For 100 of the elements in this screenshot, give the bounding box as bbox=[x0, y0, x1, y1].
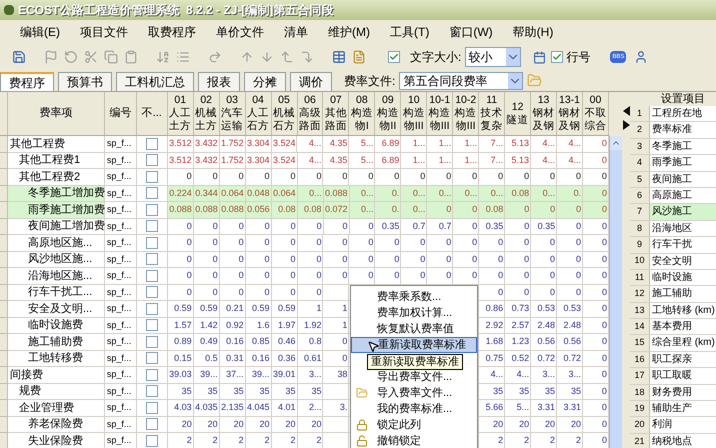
table-row[interactable]: 其他工程费1 sp_f... 3.512 3.432 1.752 3.304 3.524 4... 4.35 5... 6.89 1... 1... 1... 7... 5.13 4... 4... 0 bbox=[0, 152, 609, 169]
menu-item[interactable]: 恢复默认费率值 bbox=[351, 321, 477, 337]
flag-icon[interactable] bbox=[44, 50, 58, 64]
column-header[interactable]: 人工土方 bbox=[168, 107, 192, 133]
row-header[interactable] bbox=[0, 235, 8, 252]
settings-row[interactable]: 6 高原施工 bbox=[630, 188, 716, 204]
settings-row[interactable]: 14 基本费用 bbox=[630, 319, 716, 336]
column-header[interactable]: 机械石方 bbox=[272, 107, 296, 133]
menu-item[interactable]: 工具(T) bbox=[390, 23, 430, 41]
checkbox[interactable] bbox=[146, 434, 158, 447]
menu-item[interactable]: 撤销锁定 bbox=[351, 433, 477, 448]
calendar-icon[interactable] bbox=[533, 50, 546, 64]
table-row[interactable]: 其他工程费 sp_f... 3.512 3.432 1.752 3.304 3.524 4... 4.35 5... 6.89 1... 1... 1... 7... 5.13 4... 4... 0 bbox=[0, 136, 609, 152]
save-icon[interactable] bbox=[12, 50, 26, 64]
settings-row[interactable]: 10 安全文明 bbox=[630, 254, 716, 270]
arrow-left-icon[interactable] bbox=[622, 106, 630, 116]
menu-item[interactable]: 项目文件 bbox=[80, 23, 128, 41]
settings-row[interactable]: 5 夜间施工 bbox=[630, 172, 716, 188]
column-header[interactable]: 构造物III bbox=[402, 107, 426, 133]
column-header[interactable]: 高级路面 bbox=[298, 107, 322, 133]
settings-row[interactable]: 20 利润 bbox=[630, 417, 716, 434]
settings-row[interactable]: 18 财务费用 bbox=[630, 384, 716, 402]
checkbox[interactable] bbox=[146, 270, 158, 282]
checkbox[interactable] bbox=[146, 418, 158, 430]
tab[interactable]: 预算书 bbox=[58, 72, 112, 91]
row-header[interactable] bbox=[0, 152, 8, 169]
column-header[interactable]: 构造物I bbox=[350, 107, 374, 133]
row-header[interactable] bbox=[0, 384, 8, 400]
column-header[interactable]: 机械土方 bbox=[194, 107, 218, 133]
row-header[interactable] bbox=[0, 301, 8, 318]
arrow-down-icon[interactable] bbox=[260, 50, 274, 64]
settings-row[interactable]: 4 雨季施工 bbox=[630, 155, 716, 172]
settings-row[interactable]: 21 纳税地点 bbox=[630, 434, 716, 448]
settings-row[interactable]: 9 行车干扰 bbox=[630, 237, 716, 254]
menu-item[interactable]: 帮助(H) bbox=[512, 23, 554, 41]
row-header[interactable] bbox=[0, 350, 8, 367]
settings-row[interactable]: 3 冬季施工 bbox=[630, 138, 716, 156]
table-row[interactable]: 雨季施工增加费 sp_f... 0.088 0.088 0.088 0.056 0.08 0.08 0.072 0... 0. 0... 0 0 0.08 0 0 0 0 bbox=[0, 202, 609, 218]
row-header[interactable] bbox=[0, 433, 8, 448]
corner-arrow-icon[interactable] bbox=[280, 50, 294, 64]
font-size-checkbox[interactable] bbox=[388, 51, 400, 63]
menu-item[interactable]: 编辑(E) bbox=[20, 23, 60, 41]
tab[interactable]: 调价 bbox=[290, 72, 332, 91]
column-header[interactable]: 汽车运输 bbox=[220, 107, 244, 133]
rate-file-select[interactable]: 第五合同段费率 bbox=[399, 72, 524, 90]
settings-row[interactable]: 11 临时设施 bbox=[630, 270, 716, 286]
settings-row[interactable]: 19 辅助生产 bbox=[630, 401, 716, 418]
settings-row[interactable]: 7 风沙施工 bbox=[630, 204, 716, 221]
settings-row[interactable]: 13 工地转移 (km) bbox=[630, 302, 716, 320]
tab[interactable]: 工料机汇总 bbox=[116, 72, 194, 91]
column-header[interactable]: 构造物III bbox=[454, 107, 478, 133]
checkbox[interactable] bbox=[146, 336, 158, 348]
settings-row[interactable]: 15 综合里程 (km) bbox=[630, 335, 716, 352]
sort-icon[interactable] bbox=[156, 50, 170, 64]
column-header[interactable]: 钢材及钢 bbox=[532, 107, 556, 133]
column-header[interactable]: 构造物III bbox=[428, 107, 452, 133]
row-header[interactable] bbox=[0, 334, 8, 350]
corner-arrow-icon[interactable] bbox=[300, 50, 314, 64]
column-header[interactable]: 其他路面 bbox=[324, 107, 348, 133]
settings-row[interactable]: 16 职工探亲 bbox=[630, 352, 716, 368]
table-row[interactable]: 高原地区施... sp_f... 0 0 0 0 0 0 0 0 0 0 0 0 0 0 0 0 0 bbox=[0, 235, 609, 252]
checkbox[interactable] bbox=[146, 138, 158, 150]
menu-item[interactable]: 单价文件 bbox=[216, 23, 264, 41]
checkbox[interactable] bbox=[146, 302, 158, 315]
row-header[interactable] bbox=[0, 400, 8, 416]
column-header[interactable]: 不取综合 bbox=[583, 107, 608, 133]
menu-item[interactable]: 导出费率文件... bbox=[351, 369, 477, 385]
menu-item[interactable]: 取费程序 bbox=[148, 23, 196, 41]
settings-row[interactable]: 2 费率标准 bbox=[630, 122, 716, 139]
checkbox[interactable] bbox=[146, 319, 158, 332]
menu-item[interactable]: 维护(M) bbox=[328, 23, 370, 41]
column-header[interactable]: 不... bbox=[136, 92, 168, 135]
scissors-icon[interactable] bbox=[84, 50, 98, 64]
row-header[interactable] bbox=[0, 367, 8, 384]
user-icon[interactable] bbox=[634, 50, 648, 64]
row-header[interactable] bbox=[0, 416, 8, 433]
tab[interactable]: 费程序 bbox=[0, 72, 54, 91]
arrow-right-icon[interactable] bbox=[622, 120, 630, 130]
settings-row[interactable]: 1 工程所在地 bbox=[630, 106, 716, 122]
checkbox[interactable] bbox=[146, 385, 158, 398]
document-icon[interactable] bbox=[352, 50, 366, 64]
column-header[interactable]: 钢材及钢 bbox=[558, 107, 582, 133]
menu-item[interactable]: 我的费率标准... bbox=[351, 401, 477, 417]
font-size-select[interactable]: 较小 bbox=[465, 47, 522, 67]
checkbox[interactable] bbox=[146, 253, 158, 266]
column-header[interactable]: 费率项 bbox=[8, 92, 105, 135]
row-header[interactable] bbox=[0, 169, 8, 186]
menu-item[interactable]: 导入费率文件... bbox=[351, 385, 477, 401]
table-icon[interactable] bbox=[332, 50, 346, 64]
menu-item[interactable]: 锁定此列 bbox=[351, 417, 477, 433]
tab[interactable]: 报表 bbox=[198, 72, 240, 91]
menu-item[interactable]: 窗口(W) bbox=[449, 23, 493, 41]
checkbox[interactable] bbox=[146, 352, 158, 364]
menu-item[interactable]: 重新读取费率标准 bbox=[351, 337, 477, 353]
paste-icon[interactable] bbox=[124, 50, 138, 64]
scrollbar[interactable] bbox=[609, 136, 622, 448]
row-header[interactable] bbox=[0, 318, 8, 334]
checkbox[interactable] bbox=[146, 154, 158, 166]
menu-item[interactable]: 清单 bbox=[284, 23, 308, 41]
column-header[interactable]: 构造物II bbox=[376, 107, 400, 133]
